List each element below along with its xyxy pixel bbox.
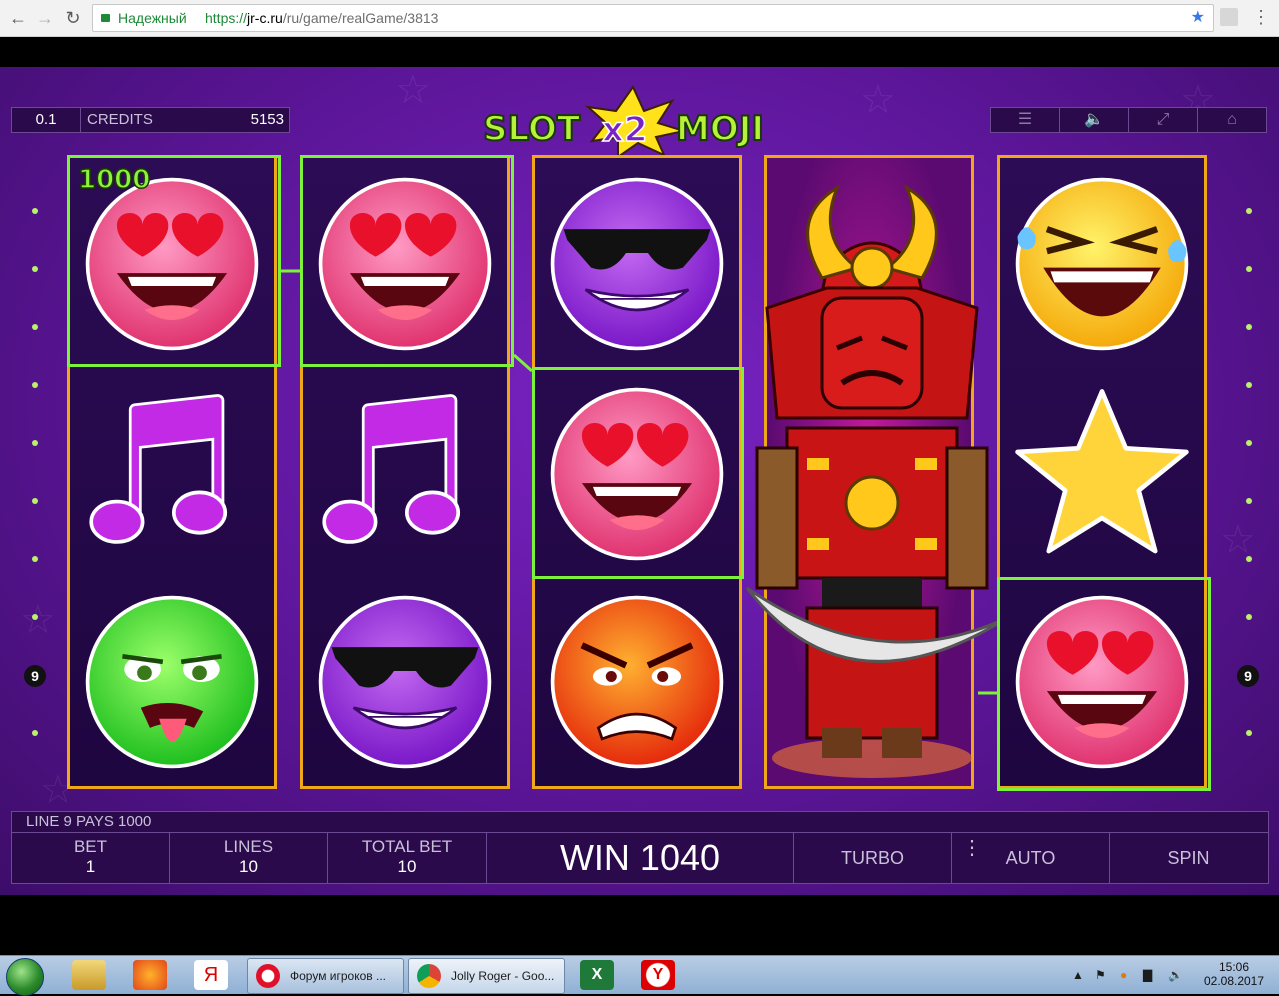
game-logo: SLOT x2 MOJI xyxy=(482,85,765,157)
svg-text:SLOT: SLOT xyxy=(483,109,581,149)
bet-control[interactable]: BET 1 xyxy=(12,833,170,883)
forward-icon[interactable]: → xyxy=(33,6,57,30)
samurai-wild-icon xyxy=(745,184,1008,778)
auto-button[interactable]: AUTO xyxy=(952,833,1110,883)
svg-text:MOJI: MOJI xyxy=(676,109,764,149)
os-taskbar: Я Форум игроков ... Jolly Roger - Goo...… xyxy=(0,955,1279,996)
payline-badge-right: 9 xyxy=(1237,665,1259,687)
star-icon xyxy=(1000,370,1204,578)
sunglasses-emoji-icon xyxy=(318,595,492,769)
secure-indicator[interactable]: Надежный xyxy=(101,5,187,31)
credits-value: 5153 xyxy=(250,111,284,128)
win-display: WIN 1040 xyxy=(487,833,794,883)
browser-toolbar: ← → ↻ Надежный https://jr-c.ru/ru/game/r… xyxy=(0,0,1279,37)
volume-icon[interactable]: 🔊 xyxy=(1168,968,1183,982)
network-icon[interactable]: ▇ xyxy=(1143,968,1152,982)
extension-icon[interactable] xyxy=(1220,8,1238,26)
music-note-icon xyxy=(70,370,274,578)
turbo-button[interactable]: TURBO xyxy=(794,833,952,883)
taskbar-clock[interactable]: 15:06 02.08.2017 xyxy=(1198,960,1270,988)
control-bar: BET 1 LINES 10 TOTAL BET 10 WIN 1040 TUR… xyxy=(11,832,1269,884)
fullscreen-icon[interactable]: ⤢ xyxy=(1128,107,1198,133)
reel-4 xyxy=(745,155,1008,789)
sound-icon[interactable]: 🔈 xyxy=(1059,107,1129,133)
lock-icon xyxy=(101,14,110,22)
explorer-icon[interactable] xyxy=(72,960,106,990)
reload-icon[interactable]: ↻ xyxy=(61,6,85,30)
background-star-icon: ☆ xyxy=(860,78,896,122)
menu-icon[interactable]: ☰ xyxy=(990,107,1060,133)
sick-emoji-icon xyxy=(70,578,274,786)
firefox-icon[interactable] xyxy=(133,960,167,990)
opera-icon xyxy=(256,964,280,988)
svg-text:x2: x2 xyxy=(602,110,648,150)
win-highlight xyxy=(532,367,744,579)
top-controls: ☰ 🔈 ⤢ ⌂ xyxy=(990,107,1267,133)
symbol-win-amount: 1000 xyxy=(77,164,151,196)
message-bar: LINE 9 PAYS 1000 xyxy=(11,811,1269,832)
payline-message: LINE 9 PAYS 1000 xyxy=(26,813,152,830)
spin-button[interactable]: SPIN xyxy=(1110,833,1267,883)
bookmark-star-icon[interactable]: ★ xyxy=(1191,5,1205,31)
lines-control[interactable]: LINES 10 xyxy=(170,833,328,883)
win-highlight xyxy=(997,577,1211,791)
taskbar-task-chrome[interactable]: Jolly Roger - Goo... xyxy=(408,958,565,994)
total-bet-display: TOTAL BET 10 xyxy=(328,833,487,883)
payline-badge-left: 9 xyxy=(24,665,46,687)
menu-icon[interactable]: ⋮ xyxy=(1252,6,1270,30)
laughing-emoji-icon xyxy=(1000,160,1204,368)
background-star-icon: ☆ xyxy=(20,598,56,642)
back-icon[interactable]: ← xyxy=(6,6,30,30)
address-bar[interactable]: Надежный https://jr-c.ru/ru/game/realGam… xyxy=(92,4,1214,32)
url-text: https://jr-c.ru/ru/game/realGame/3813 xyxy=(205,10,439,26)
game-canvas: ☆ ☆ ☆ ☆ ☆ ☆ 0.1 CREDITS 5153 SLOT x2 MOJ… xyxy=(0,67,1279,895)
yandex-browser-icon[interactable]: Я xyxy=(194,960,228,990)
start-button-icon[interactable] xyxy=(6,958,44,996)
taskbar-task-opera[interactable]: Форум игроков ... xyxy=(247,958,404,994)
credits-panel: 0.1 CREDITS 5153 xyxy=(11,107,290,133)
sunglasses-emoji-icon xyxy=(550,177,724,351)
background-star-icon: ☆ xyxy=(395,68,431,112)
chrome-icon xyxy=(417,964,441,988)
music-note-icon xyxy=(303,370,507,578)
angry-emoji-icon xyxy=(535,578,739,786)
home-icon[interactable]: ⌂ xyxy=(1197,107,1267,133)
yandex-icon[interactable]: Y xyxy=(641,960,675,990)
excel-icon[interactable]: X xyxy=(580,960,614,990)
flag-icon[interactable]: ⚑ xyxy=(1095,968,1106,982)
tray-app-icon[interactable]: ● xyxy=(1120,968,1127,982)
credits-label: CREDITS xyxy=(87,111,153,128)
win-highlight xyxy=(300,155,514,367)
denomination[interactable]: 0.1 xyxy=(12,108,81,132)
tray-expand-icon[interactable]: ▲ xyxy=(1072,968,1084,982)
